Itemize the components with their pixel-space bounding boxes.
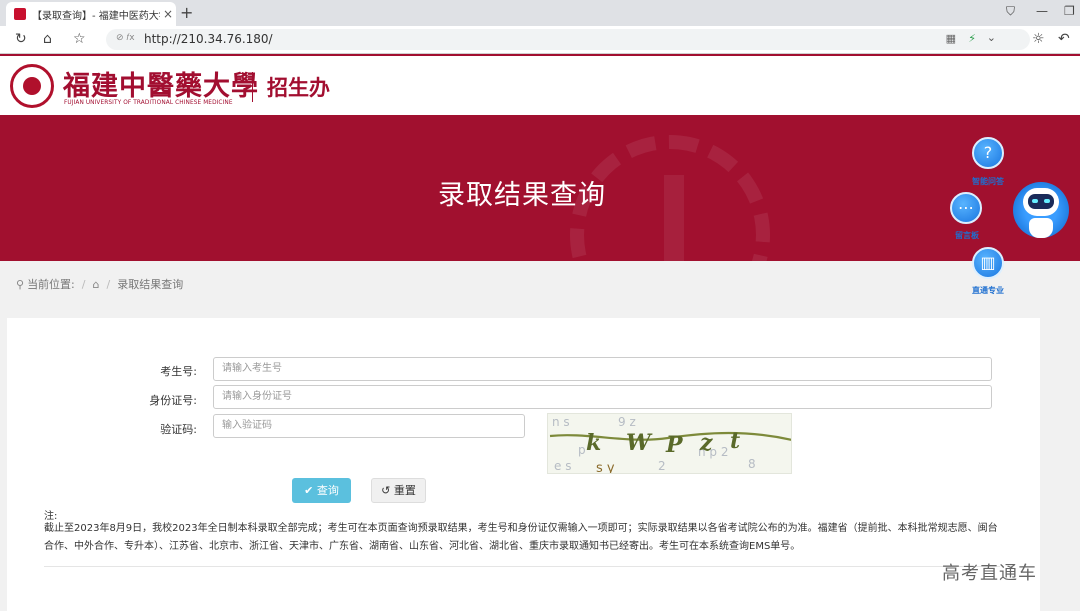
exam-no-input[interactable]: 请输入考生号 <box>213 357 992 381</box>
svg-text:s y: s y <box>596 461 615 474</box>
university-english-name: FUJIAN UNIVERSITY OF TRADITIONAL CHINESE… <box>64 100 233 106</box>
svg-text:e s: e s <box>554 459 571 473</box>
reset-button-label: 重置 <box>393 484 416 497</box>
captcha-image[interactable]: n s p 9 z n p 2 8 e s 2 k W P z t s y <box>547 413 792 474</box>
svg-text:9 z: 9 z <box>618 415 636 429</box>
window-pin-icon[interactable]: ⛉ <box>1006 4 1015 19</box>
svg-text:8: 8 <box>748 457 756 471</box>
qa-label[interactable]: 智能问答 <box>972 176 1004 187</box>
id-number-label: 身份证号: <box>149 394 197 407</box>
captcha-input[interactable]: 输入验证码 <box>213 414 525 438</box>
question-icon[interactable]: ? <box>972 137 1004 169</box>
svg-text:P: P <box>665 432 684 458</box>
svg-text:2: 2 <box>658 459 666 473</box>
page-banner: 录取结果查询 <box>0 115 1080 261</box>
home-button-icon[interactable]: ⌂ <box>43 31 52 47</box>
url-text[interactable]: http://210.34.76.180/ <box>144 32 273 46</box>
major-label[interactable]: 直通专业 <box>972 285 1004 296</box>
svg-text:W: W <box>626 430 653 456</box>
captcha-label: 验证码: <box>160 423 197 436</box>
breadcrumb-prefix: 当前位置: <box>27 278 75 291</box>
check-icon: ✔ <box>304 484 317 497</box>
reload-icon[interactable]: ↻ <box>15 31 27 47</box>
exam-no-label: 考生号: <box>160 365 197 378</box>
id-number-input[interactable]: 请输入身份证号 <box>213 385 992 409</box>
watermark: 高考直通车 <box>942 563 1037 584</box>
site-favicon-icon <box>14 8 26 20</box>
window-minimize-icon[interactable]: — <box>1036 4 1048 18</box>
reset-icon: ↺ <box>381 484 394 497</box>
svg-text:p: p <box>578 443 586 457</box>
department-name[interactable]: 招生办 <box>267 72 330 102</box>
board-label[interactable]: 留言板 <box>955 230 979 241</box>
notice-text: 截止至2023年8月9日，我校2023年全日制本科录取全部完成；考生可在本页面查… <box>44 523 998 552</box>
message-board-icon[interactable]: ⋯ <box>950 192 982 224</box>
tab-title: 【录取查询】- 福建中医药大学 <box>32 10 160 22</box>
browser-tab-bar: 【录取查询】- 福建中医药大学 × + ⛉ — ❐ <box>0 0 1080 26</box>
home-icon[interactable]: ⌂ <box>93 278 100 291</box>
brightness-icon[interactable]: ☼ <box>1032 31 1045 47</box>
undo-icon[interactable]: ↶ <box>1058 31 1070 47</box>
logo-divider <box>252 72 253 102</box>
browser-tab[interactable]: 【录取查询】- 福建中医药大学 × <box>6 2 176 26</box>
breadcrumb-current: 录取结果查询 <box>117 278 184 291</box>
location-pin-icon: ⚲ <box>16 277 25 291</box>
url-field[interactable]: ⊘ 𝑓x http://210.34.76.180/ ▦ ⚡ ⌄ <box>106 29 1030 50</box>
tab-close-icon[interactable]: × <box>160 7 176 21</box>
svg-text:n s: n s <box>552 415 570 429</box>
qr-code-icon[interactable]: ▦ <box>946 32 956 45</box>
university-name[interactable]: 福建中醫藥大學 <box>63 64 259 103</box>
svg-text:k: k <box>586 430 601 456</box>
reset-button[interactable]: ↺ 重置 <box>371 478 426 503</box>
book-icon[interactable]: ▥ <box>972 247 1004 279</box>
browser-address-bar: ↻ ⌂ ☆ ⊘ 𝑓x http://210.34.76.180/ ▦ ⚡ ⌄ ☼… <box>0 26 1080 54</box>
query-button[interactable]: ✔ 查询 <box>292 478 351 503</box>
breadcrumb: ⚲ 当前位置: / ⌂ / 录取结果查询 <box>16 276 183 292</box>
chevron-down-icon[interactable]: ⌄ <box>987 31 996 44</box>
university-emblem-icon[interactable] <box>10 64 54 108</box>
security-indicator[interactable]: ⊘ 𝑓x <box>116 33 135 43</box>
site-header: 福建中醫藥大學 FUJIAN UNIVERSITY OF TRADITIONAL… <box>0 54 1080 117</box>
window-restore-icon[interactable]: ❐ <box>1064 4 1075 18</box>
breadcrumb-separator: / <box>106 277 111 291</box>
breadcrumb-separator: / <box>81 277 86 291</box>
chat-robot-icon[interactable] <box>1007 178 1073 248</box>
svg-text:z: z <box>699 430 713 456</box>
speed-mode-icon[interactable]: ⚡ <box>968 32 976 45</box>
notice-divider <box>44 566 1000 567</box>
page-title: 录取结果查询 <box>438 180 606 211</box>
new-tab-button[interactable]: + <box>180 3 193 22</box>
svg-text:t: t <box>730 428 740 454</box>
bookmark-star-icon[interactable]: ☆ <box>73 31 86 47</box>
query-button-label: 查询 <box>316 484 339 497</box>
